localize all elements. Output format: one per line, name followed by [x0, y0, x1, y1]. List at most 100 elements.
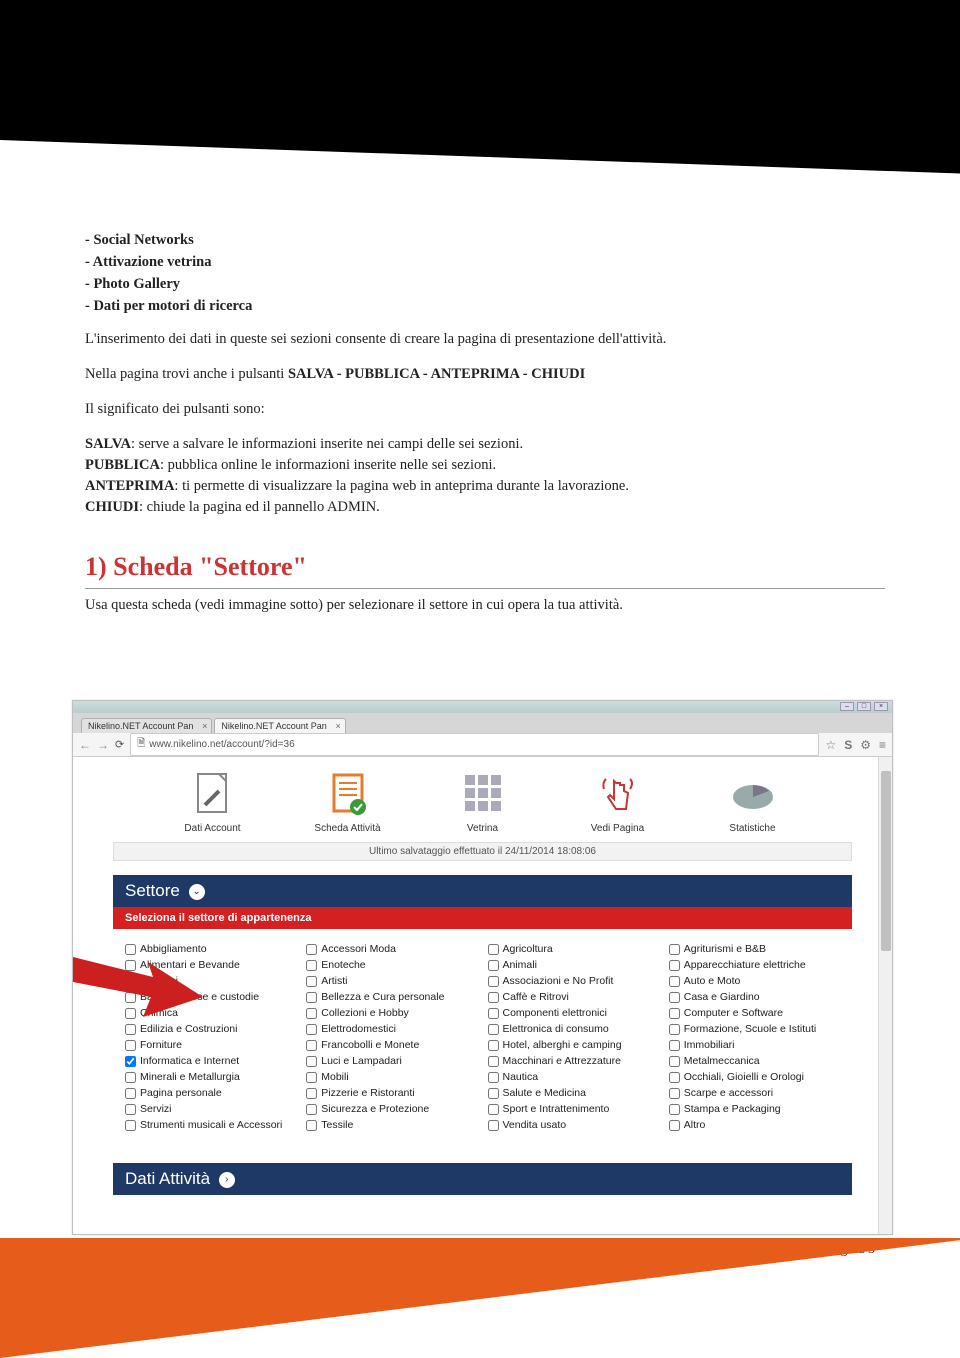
sector-checkbox[interactable]	[488, 960, 499, 971]
sector-checkbox[interactable]	[125, 944, 136, 955]
sector-checkbox[interactable]	[306, 944, 317, 955]
sector-checkbox[interactable]	[125, 1088, 136, 1099]
extension-icon[interactable]: ⚙	[860, 738, 871, 752]
sector-checkbox[interactable]	[125, 1008, 136, 1019]
sector-checkbox-item[interactable]: Luci e Lampadari	[306, 1055, 477, 1067]
vertical-scrollbar[interactable]	[878, 757, 892, 1234]
sector-checkbox[interactable]	[306, 1120, 317, 1131]
sector-checkbox-item[interactable]: Nautica	[488, 1071, 659, 1083]
sector-checkbox-item[interactable]: Salute e Medicina	[488, 1087, 659, 1099]
sector-checkbox[interactable]	[669, 1088, 680, 1099]
sector-checkbox-item[interactable]: Apparecchiature elettriche	[669, 959, 840, 971]
sector-checkbox-item[interactable]: Agricoltura	[488, 943, 659, 955]
close-icon[interactable]: ×	[336, 721, 341, 731]
sector-checkbox[interactable]	[306, 1024, 317, 1035]
sector-checkbox-item[interactable]: Metalmeccanica	[669, 1055, 840, 1067]
address-bar[interactable]: 🗎 www.nikelino.net/account/?id=36	[130, 733, 819, 756]
menu-icon[interactable]: ≡	[879, 738, 886, 752]
window-maximize-button[interactable]: □	[857, 702, 871, 711]
dati-attivita-header[interactable]: Dati Attività ›	[113, 1163, 852, 1195]
sector-checkbox[interactable]	[669, 1072, 680, 1083]
sector-checkbox-item[interactable]: Enoteche	[306, 959, 477, 971]
sector-checkbox[interactable]	[488, 976, 499, 987]
sector-checkbox[interactable]	[488, 1072, 499, 1083]
nav-statistiche[interactable]: Statistiche	[713, 769, 793, 834]
sector-checkbox-item[interactable]: Accessori Moda	[306, 943, 477, 955]
nav-vetrina[interactable]: Vetrina	[443, 769, 523, 834]
sector-checkbox[interactable]	[125, 976, 136, 987]
sector-checkbox-item[interactable]: Tessile	[306, 1119, 477, 1131]
sector-checkbox-item[interactable]: Artigiani	[125, 975, 296, 987]
sector-checkbox-item[interactable]: Caffè e Ritrovi	[488, 991, 659, 1003]
sector-checkbox[interactable]	[669, 992, 680, 1003]
settore-header[interactable]: Settore ⌄	[113, 875, 852, 907]
sector-checkbox-item[interactable]: Agriturismi e B&B	[669, 943, 840, 955]
sector-checkbox[interactable]	[125, 1040, 136, 1051]
sector-checkbox[interactable]	[125, 1120, 136, 1131]
sector-checkbox-item[interactable]: Componenti elettronici	[488, 1007, 659, 1019]
sector-checkbox[interactable]	[669, 1120, 680, 1131]
sector-checkbox-item[interactable]: Mobili	[306, 1071, 477, 1083]
sector-checkbox[interactable]	[669, 1056, 680, 1067]
back-button[interactable]: ←	[79, 738, 91, 752]
sector-checkbox[interactable]	[125, 1104, 136, 1115]
nav-scheda-attivita[interactable]: Scheda Attività	[308, 769, 388, 834]
browser-tab[interactable]: Nikelino.NET Account Pan×	[81, 718, 212, 733]
browser-tab-active[interactable]: Nikelino.NET Account Pan×	[214, 718, 345, 733]
sector-checkbox[interactable]	[306, 992, 317, 1003]
sector-checkbox[interactable]	[306, 1088, 317, 1099]
sector-checkbox[interactable]	[306, 1072, 317, 1083]
sector-checkbox-item[interactable]: Bellezza e Cura personale	[306, 991, 477, 1003]
sector-checkbox[interactable]	[306, 1056, 317, 1067]
sector-checkbox-item[interactable]: Macchinari e Attrezzature	[488, 1055, 659, 1067]
sector-checkbox-item[interactable]: Elettronica di consumo	[488, 1023, 659, 1035]
sector-checkbox-item[interactable]: Computer e Software	[669, 1007, 840, 1019]
skype-icon[interactable]: S	[844, 738, 852, 752]
sector-checkbox-item[interactable]: Hotel, alberghi e camping	[488, 1039, 659, 1051]
sector-checkbox[interactable]	[488, 1088, 499, 1099]
sector-checkbox-item[interactable]: Casa e Giardino	[669, 991, 840, 1003]
sector-checkbox[interactable]	[306, 1008, 317, 1019]
sector-checkbox-item[interactable]: Alimentari e Bevande	[125, 959, 296, 971]
sector-checkbox[interactable]	[488, 1104, 499, 1115]
sector-checkbox[interactable]	[488, 1040, 499, 1051]
sector-checkbox-item[interactable]: Sicurezza e Protezione	[306, 1103, 477, 1115]
sector-checkbox[interactable]	[125, 1056, 136, 1067]
sector-checkbox-item[interactable]: Strumenti musicali e Accessori	[125, 1119, 296, 1131]
sector-checkbox[interactable]	[488, 944, 499, 955]
sector-checkbox-item[interactable]: Servizi	[125, 1103, 296, 1115]
sector-checkbox[interactable]	[306, 960, 317, 971]
sector-checkbox[interactable]	[306, 1040, 317, 1051]
star-icon[interactable]: ☆	[825, 738, 836, 752]
forward-button[interactable]: →	[97, 738, 109, 752]
sector-checkbox-item[interactable]: Francobolli e Monete	[306, 1039, 477, 1051]
sector-checkbox-item[interactable]: Stampa e Packaging	[669, 1103, 840, 1115]
sector-checkbox[interactable]	[669, 1024, 680, 1035]
sector-checkbox[interactable]	[488, 1056, 499, 1067]
sector-checkbox[interactable]	[669, 1104, 680, 1115]
sector-checkbox-item[interactable]: Chimica	[125, 1007, 296, 1019]
sector-checkbox-item[interactable]: Sport e Intrattenimento	[488, 1103, 659, 1115]
sector-checkbox[interactable]	[669, 944, 680, 955]
sector-checkbox-item[interactable]: Minerali e Metallurgia	[125, 1071, 296, 1083]
sector-checkbox[interactable]	[669, 1040, 680, 1051]
sector-checkbox-item[interactable]: Vendita usato	[488, 1119, 659, 1131]
scrollbar-thumb[interactable]	[881, 771, 891, 951]
window-minimize-button[interactable]: –	[840, 702, 854, 711]
sector-checkbox-item[interactable]: Forniture	[125, 1039, 296, 1051]
sector-checkbox-item[interactable]: Immobiliari	[669, 1039, 840, 1051]
sector-checkbox-item[interactable]: Collezioni e Hobby	[306, 1007, 477, 1019]
window-close-button[interactable]: ×	[874, 702, 888, 711]
sector-checkbox[interactable]	[669, 1008, 680, 1019]
sector-checkbox-item[interactable]: Informatica e Internet	[125, 1055, 296, 1067]
close-icon[interactable]: ×	[202, 721, 207, 731]
sector-checkbox-item[interactable]: Associazioni e No Profit	[488, 975, 659, 987]
sector-checkbox[interactable]	[669, 976, 680, 987]
sector-checkbox-item[interactable]: Formazione, Scuole e Istituti	[669, 1023, 840, 1035]
sector-checkbox[interactable]	[488, 1008, 499, 1019]
sector-checkbox[interactable]	[488, 1120, 499, 1131]
sector-checkbox-item[interactable]: Scarpe e accessori	[669, 1087, 840, 1099]
sector-checkbox-item[interactable]: Auto e Moto	[669, 975, 840, 987]
sector-checkbox-item[interactable]: Pagina personale	[125, 1087, 296, 1099]
sector-checkbox-item[interactable]: Animali	[488, 959, 659, 971]
